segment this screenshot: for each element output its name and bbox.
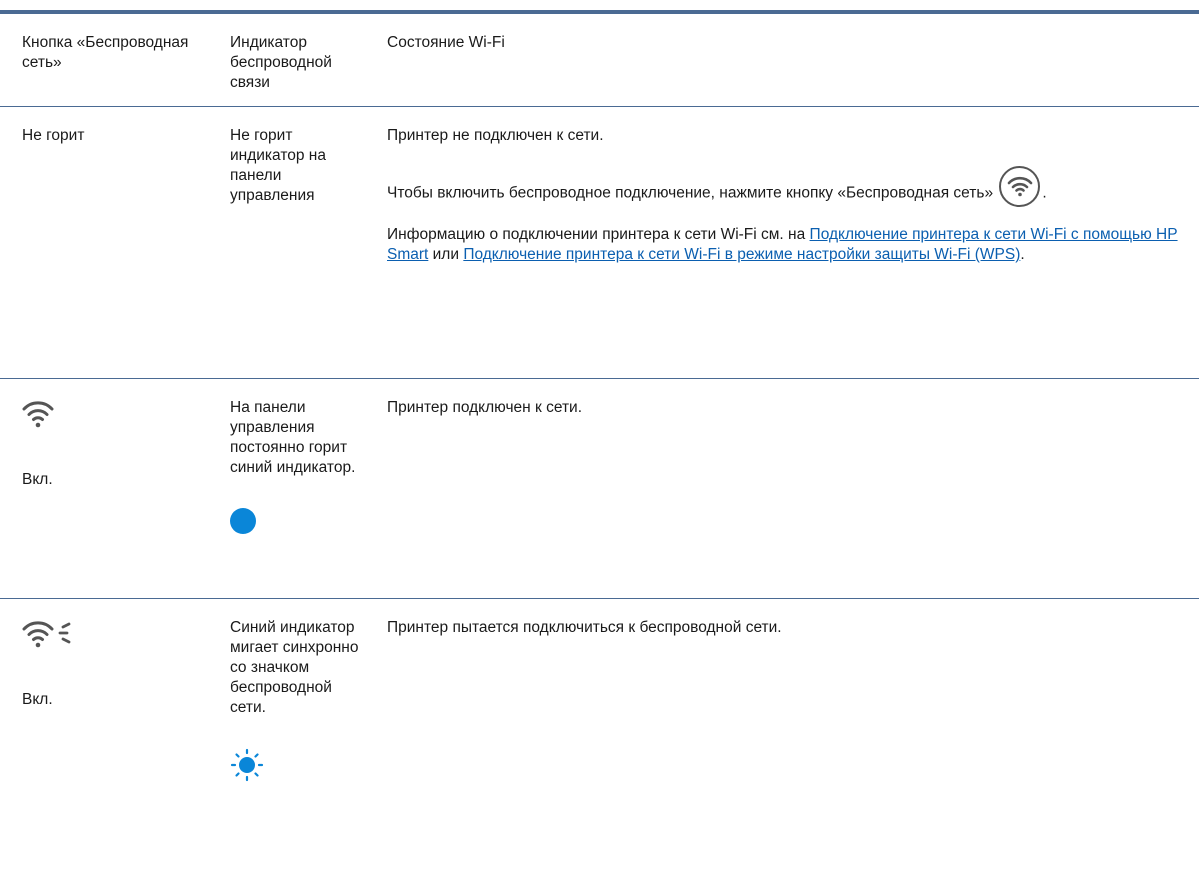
cell-state: Принтер подключен к сети. bbox=[368, 378, 1199, 598]
button-state-text: Вкл. bbox=[22, 690, 53, 708]
state-info-or: или bbox=[428, 246, 464, 263]
state-instruction: Чтобы включить беспроводное подключение,… bbox=[387, 165, 1181, 207]
wifi-icon bbox=[22, 398, 210, 430]
state-info-end: . bbox=[1020, 246, 1025, 263]
indicator-text: На панели управления постоянно горит син… bbox=[230, 398, 356, 476]
state-line: Принтер не подключен к сети. bbox=[387, 126, 604, 144]
cell-indicator: Синий индикатор мигает синхронно со знач… bbox=[210, 598, 368, 870]
state-info-text: Информацию о подключении принтера к сети… bbox=[387, 226, 810, 243]
indicator-text: Не горит индикатор на панели управления bbox=[230, 126, 326, 204]
solid-blue-light-icon bbox=[230, 507, 256, 534]
state-info: Информацию о подключении принтера к сети… bbox=[387, 225, 1181, 265]
state-instruction-end: . bbox=[1042, 184, 1047, 201]
header-button-label: Кнопка «Беспроводная сеть» bbox=[22, 34, 189, 71]
state-instruction-text: Чтобы включить беспроводное подключение,… bbox=[387, 184, 994, 201]
cell-state: Принтер пытается подключиться к беспрово… bbox=[368, 598, 1199, 870]
table-row: Вкл. На панели управления постоянно гори… bbox=[0, 378, 1199, 598]
cell-indicator: Не горит индикатор на панели управления bbox=[210, 106, 368, 378]
cell-indicator: На панели управления постоянно горит син… bbox=[210, 378, 368, 598]
header-indicator: Индикатор беспроводной связи bbox=[210, 14, 368, 106]
table-row: Вкл. Синий индикатор мигает синхронно со… bbox=[0, 598, 1199, 870]
header-state-label: Состояние Wi-Fi bbox=[387, 34, 505, 51]
table-header-row: Кнопка «Беспроводная сеть» Индикатор бес… bbox=[0, 14, 1199, 106]
table-row: Не горит Не горит индикатор на панели уп… bbox=[0, 106, 1199, 378]
button-state-text: Не горит bbox=[22, 126, 85, 144]
cell-state: Принтер не подключен к сети. Чтобы включ… bbox=[368, 106, 1199, 378]
state-line: Принтер подключен к сети. bbox=[387, 398, 583, 416]
indicator-text: Синий индикатор мигает синхронно со знач… bbox=[230, 618, 359, 716]
link-wps[interactable]: Подключение принтера к сети Wi-Fi в режи… bbox=[463, 246, 1020, 263]
wifi-blinking-icon bbox=[22, 618, 210, 650]
wifi-status-table: Кнопка «Беспроводная сеть» Индикатор бес… bbox=[0, 14, 1199, 870]
wifi-button-icon bbox=[999, 165, 1041, 207]
button-state-text: Вкл. bbox=[22, 470, 53, 488]
cell-button: Вкл. bbox=[0, 378, 210, 598]
blinking-blue-light-icon bbox=[230, 748, 362, 788]
state-line: Принтер пытается подключиться к беспрово… bbox=[387, 618, 782, 636]
cell-button: Не горит bbox=[0, 106, 210, 378]
header-indicator-label: Индикатор беспроводной связи bbox=[230, 34, 332, 91]
cell-button: Вкл. bbox=[0, 598, 210, 870]
header-button: Кнопка «Беспроводная сеть» bbox=[0, 14, 210, 106]
cropped-caption bbox=[0, 0, 1199, 10]
header-state: Состояние Wi-Fi bbox=[368, 14, 1199, 106]
